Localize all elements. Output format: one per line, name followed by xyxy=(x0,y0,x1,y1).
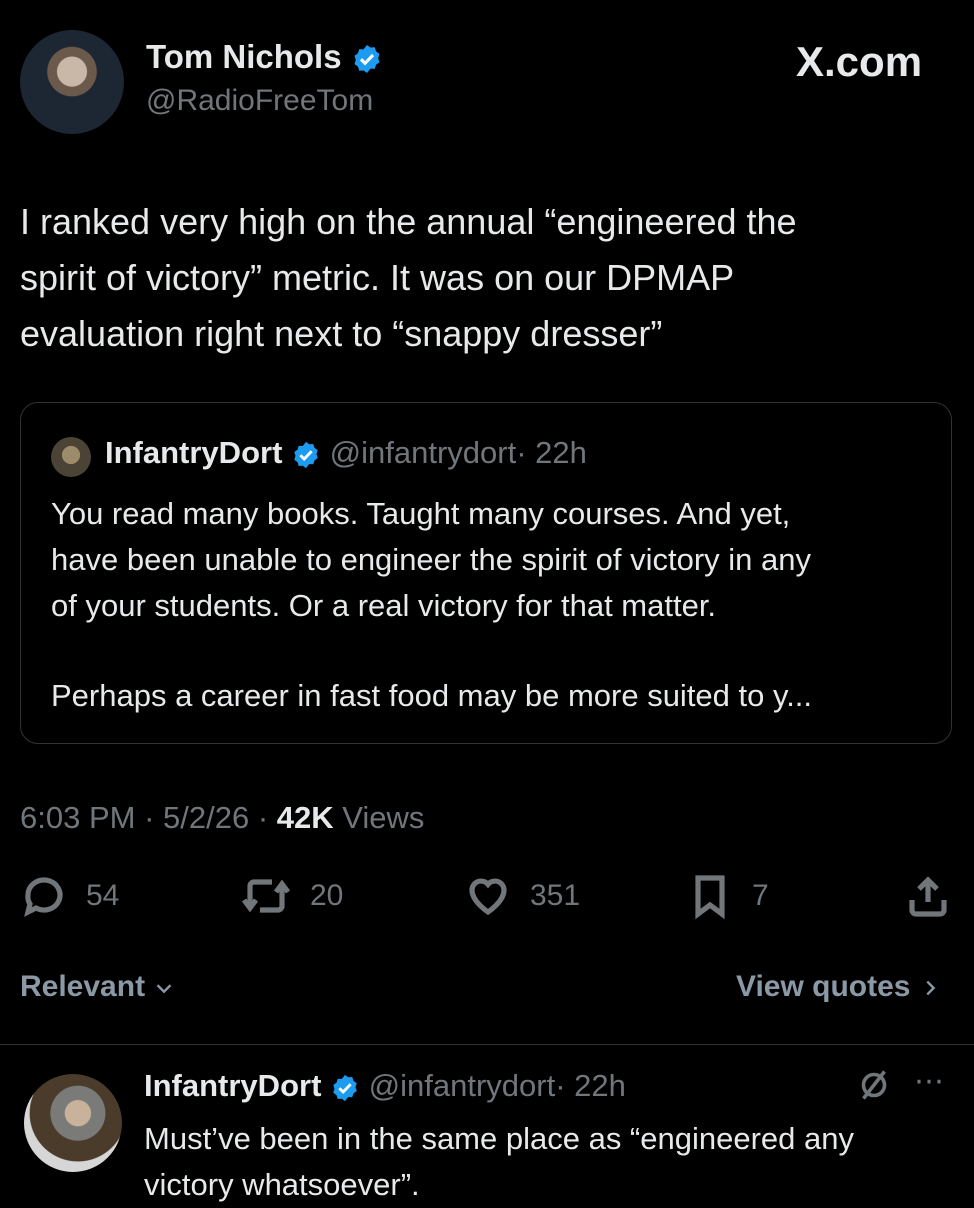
like-count: 351 xyxy=(530,879,581,912)
reply-text: Must’ve been in the same place as “engin… xyxy=(144,1116,854,1208)
author-name-text: Tom Nichols xyxy=(146,38,342,75)
watermark: X.com xyxy=(796,38,923,85)
quote-line: You read many books. Taught many courses… xyxy=(51,496,791,531)
bookmark-count: 7 xyxy=(752,879,769,912)
quote-line: of your students. Or a real victory for … xyxy=(51,588,717,623)
retweet-count: 20 xyxy=(310,879,344,912)
view-quotes-label: View quotes xyxy=(736,970,911,1003)
retweet-icon xyxy=(241,879,291,913)
tweet-time[interactable]: 6:03 PM xyxy=(20,800,135,835)
quote-line: have been unable to engineer the spirit … xyxy=(51,542,811,577)
reply-icon xyxy=(24,877,63,917)
reply-count: 54 xyxy=(86,879,120,912)
sort-dropdown[interactable]: Relevant xyxy=(20,970,175,1004)
chevron-right-icon xyxy=(926,980,936,996)
share-icon xyxy=(909,876,947,917)
view-quotes-link[interactable]: View quotes xyxy=(736,970,941,1004)
quote-handle: @infantrydort xyxy=(329,435,517,470)
reply-button[interactable]: 54 xyxy=(20,872,119,920)
quote-line: Perhaps a career in fast food may be mor… xyxy=(51,678,813,713)
verified-badge-icon xyxy=(354,45,380,74)
heart-icon xyxy=(469,878,507,916)
quote-time: · 22h xyxy=(516,435,587,470)
section-divider xyxy=(0,1044,974,1045)
reply-handle[interactable]: @infantrydort xyxy=(369,1068,556,1103)
verified-badge-icon xyxy=(333,1074,357,1101)
quote-text: You read many books. Taught many courses… xyxy=(51,491,812,719)
grok-icon[interactable] xyxy=(856,1066,892,1109)
tweet-line: spirit of victory” metric. It was on our… xyxy=(20,257,735,298)
quoted-tweet-card[interactable]: InfantryDort @infantrydort· 22h You read… xyxy=(20,402,952,744)
more-options-icon[interactable]: ⋯ xyxy=(914,1064,945,1099)
reply-time: · 22h xyxy=(555,1068,626,1103)
tweet-meta: 6:03 PM · 5/2/26 · 42K Views xyxy=(20,800,424,836)
reply-line: Must’ve been in the same place as “engin… xyxy=(144,1121,854,1156)
sort-label: Relevant xyxy=(20,970,146,1003)
bookmark-button[interactable]: 7 xyxy=(686,872,769,920)
quote-author-name: InfantryDort xyxy=(105,435,283,470)
reply-line: victory whatsoever”. xyxy=(144,1167,420,1202)
chevron-down-icon xyxy=(157,984,172,994)
like-button[interactable]: 351 xyxy=(464,872,580,920)
tweet-date[interactable]: · 5/2/26 · xyxy=(144,800,268,835)
author-avatar[interactable] xyxy=(20,30,124,134)
author-handle[interactable]: @RadioFreeTom xyxy=(146,84,373,118)
reply-author-name[interactable]: InfantryDort xyxy=(144,1068,321,1103)
quote-header: InfantryDort @infantrydort· 22h xyxy=(105,435,587,471)
views-label: Views xyxy=(342,800,425,835)
quote-avatar xyxy=(51,437,91,477)
views-count: 42K xyxy=(276,800,334,835)
share-button[interactable] xyxy=(904,872,952,920)
reply-header: InfantryDort @infantrydort· 22h xyxy=(144,1068,626,1104)
author-name[interactable]: Tom Nichols xyxy=(146,38,383,76)
tweet-line: I ranked very high on the annual “engine… xyxy=(20,201,797,242)
verified-badge-icon xyxy=(294,441,318,468)
reply-avatar[interactable] xyxy=(24,1074,122,1172)
retweet-button[interactable]: 20 xyxy=(240,872,343,920)
tweet-line: evaluation right next to “snappy dresser… xyxy=(20,313,663,354)
tweet-text: I ranked very high on the annual “engine… xyxy=(20,194,797,362)
bookmark-icon xyxy=(695,875,725,920)
